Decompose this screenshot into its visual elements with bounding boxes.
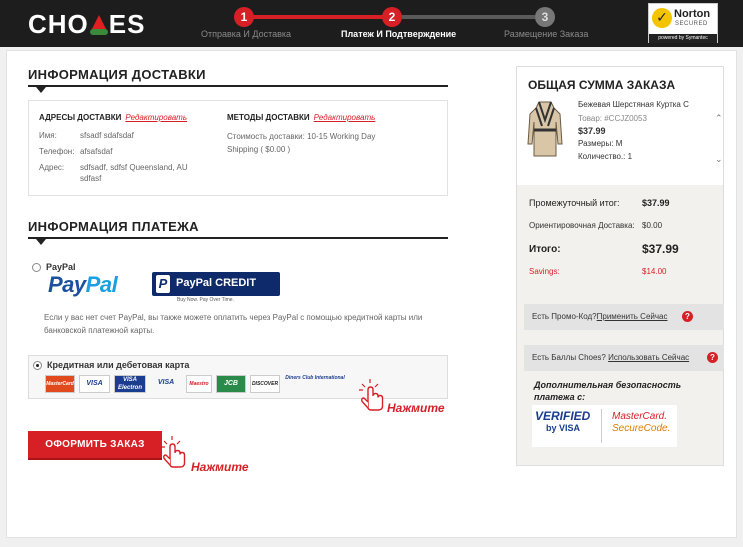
phone-label: Телефон: [39, 147, 75, 156]
scroll-down-icon[interactable]: ⌄ [715, 154, 723, 165]
phone-value: afsafsdaf [80, 147, 113, 156]
promo-code-row[interactable]: Есть Промо-Код?Применить Сейчас [524, 304, 724, 330]
product-qty: Количество.: 1 [578, 152, 633, 161]
norton-secured-badge[interactable]: ✓ Norton SECURED powered by Symantec [648, 3, 718, 43]
promo-help-icon[interactable]: ? [682, 311, 693, 322]
step-1-indicator: 1 [234, 7, 254, 27]
shipping-method-heading: МЕТОДЫ ДОСТАВКИ Редактировать [227, 113, 376, 122]
norton-check-icon: ✓ [652, 8, 672, 28]
step-3-label: Размещение Заказа [504, 29, 589, 39]
norton-powered-text: powered by Symantec [649, 34, 717, 43]
shipping-method-value: Стоимость доставки: 10-15 Working Day Sh… [227, 132, 376, 154]
verified-by-visa-sub: by VISA [546, 423, 581, 433]
step-2-label: Платеж И Подтверждение [341, 29, 457, 39]
step-3-indicator: 3 [535, 7, 555, 27]
product-size: Размеры: M [578, 139, 623, 148]
shipping-estimate-label: Ориентировочная Доставка: [529, 221, 635, 230]
diners-club-icon: Diners Club International [285, 375, 345, 381]
product-name[interactable]: Бежевая Шерстяная Куртка С [578, 100, 708, 109]
progress-bar-1 [252, 15, 385, 19]
address-value: sdfsadf, sdfsf Queensland, AU sdfasf [80, 163, 188, 183]
logo-text-right: ES [108, 9, 146, 39]
shipping-section-title: ИНФОРМАЦИЯ ДОСТАВКИ [28, 67, 206, 82]
step-1-label: Отправка И Доставка [201, 29, 292, 39]
name-label: Имя: [39, 131, 57, 140]
place-order-button[interactable]: ОФОРМИТЬ ЗАКАЗ [28, 431, 162, 458]
shipping-info-box: АДРЕСЫ ДОСТАВКИ Редактировать Имя: sfsadf… [28, 100, 448, 196]
order-summary: ОБЩАЯ СУММА ЗАКАЗА Бежевая Шерстяная Кур… [516, 66, 724, 466]
total-value: $37.99 [642, 242, 679, 256]
mastercard-securecode-logo: MasterCard. [612, 411, 668, 422]
paypal-logo: PayPal [48, 272, 118, 297]
discover-icon: DISCOVER [250, 375, 280, 393]
submit-click-hint: Нажмите [191, 460, 249, 474]
maestro-icon: Maestro [186, 375, 212, 393]
choes-logo[interactable]: CHO ES [28, 9, 145, 40]
apply-promo-link[interactable]: Применить Сейчас [597, 312, 668, 321]
shipping-estimate-value: $0.00 [642, 221, 663, 230]
jcb-icon: JCB [216, 375, 246, 393]
total-label: Итого: [529, 244, 561, 255]
security-badges: VERIFIED by VISA MasterCard. SecureCode. [532, 405, 677, 447]
logo-text-left: CHO [28, 9, 89, 39]
paypal-p-icon: P [156, 275, 170, 293]
paypal-note: Если у вас нет счет PayPal, вы также мож… [44, 313, 423, 335]
progress-bar-2 [402, 15, 535, 19]
cards-click-hint: Нажмите [387, 401, 445, 415]
santa-hat-icon [89, 15, 108, 35]
paypal-credit-badge[interactable]: P PayPal CREDIT Buy Now. Pay Over Time. [152, 272, 280, 303]
site-header: CHO ES 1 2 3 Отправка И Доставка Платеж И… [0, 0, 743, 47]
step-2-indicator: 2 [382, 7, 402, 27]
paypal-radio[interactable] [32, 263, 41, 272]
savings-value: $14.00 [642, 267, 667, 276]
paypal-credit-tagline: Buy Now. Pay Over Time. [177, 297, 234, 303]
subtotal-label: Промежуточный итог: [529, 198, 620, 208]
product-sku: Товар: #CCJZ0053 [578, 114, 647, 123]
pointer-hand-icon [161, 436, 186, 468]
mastercard-icon: MasterCard [45, 375, 75, 393]
savings-label: Savings: [529, 267, 560, 276]
shipping-address-heading: АДРЕСЫ ДОСТАВКИ Редактировать [39, 113, 188, 122]
summary-totals-area: Промежуточный итог: $37.99 Ориентировочн… [517, 185, 724, 465]
shipping-section-divider [28, 85, 448, 87]
payment-section-divider [28, 237, 448, 239]
card-option-label: Кредитная или дебетовая карта [47, 360, 190, 370]
visa-icon: VISA [79, 375, 110, 393]
product-price: $37.99 [578, 126, 606, 136]
checkout-panel: ИНФОРМАЦИЯ ДОСТАВКИ АДРЕСЫ ДОСТАВКИ Редак… [6, 50, 737, 538]
verified-by-visa-logo: VERIFIED [535, 409, 591, 423]
edit-method-link[interactable]: Редактировать [314, 113, 376, 122]
security-title: Дополнительная безопасность платежа с: [534, 380, 682, 402]
use-points-link[interactable]: Использовать Сейчас [608, 353, 689, 362]
paypal-credit-box: P PayPal CREDIT [152, 272, 280, 296]
summary-item-area: ОБЩАЯ СУММА ЗАКАЗА Бежевая Шерстяная Кур… [517, 67, 723, 185]
subtotal-value: $37.99 [642, 198, 670, 208]
scroll-up-icon[interactable]: ⌃ [715, 113, 723, 124]
card-radio[interactable] [33, 361, 42, 370]
points-help-icon[interactable]: ? [707, 352, 718, 363]
payment-divider-notch [36, 239, 46, 245]
summary-title: ОБЩАЯ СУММА ЗАКАЗА [528, 78, 676, 92]
mastercard-securecode-sub: SecureCode. [612, 423, 671, 434]
payment-section-title: ИНФОРМАЦИЯ ПЛАТЕЖА [28, 219, 199, 234]
paypal-option-label: PayPal [46, 262, 76, 272]
points-row[interactable]: Есть Баллы Choes? Использовать Сейчас [524, 345, 724, 371]
pointer-hand-icon [359, 379, 384, 411]
address-label: Адрес: [39, 163, 65, 172]
norton-secured-text: SECURED [675, 21, 708, 27]
norton-name: Norton [674, 8, 711, 20]
paypal-credit-text: PayPal CREDIT [176, 277, 257, 289]
badge-divider [601, 409, 602, 443]
edit-address-link[interactable]: Редактировать [125, 113, 187, 122]
product-thumbnail[interactable] [526, 100, 564, 158]
shipping-divider-notch [36, 87, 46, 93]
visa-debit-icon: VISA [157, 379, 175, 386]
visa-electron-icon: VISA Electron [114, 375, 146, 393]
name-value: sfsadf sdafsdaf [80, 131, 134, 140]
